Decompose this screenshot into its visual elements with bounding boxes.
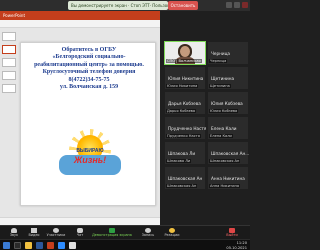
participant-name: Прудченко Настя	[168, 126, 206, 131]
record-button[interactable]: Запись	[138, 228, 158, 237]
participant-face	[180, 46, 190, 57]
leave-button[interactable]: Выйти	[222, 228, 242, 237]
current-slide[interactable]: Обратитесь в ОГБУ «Белгородский социальн…	[20, 42, 156, 206]
participant-label: Анна Никитина	[209, 184, 241, 188]
participant-label: Елена Кали	[209, 134, 233, 138]
slide-thumbnails[interactable]	[2, 32, 16, 217]
participant-name: Черница	[211, 51, 230, 56]
participant-tile[interactable]: Прудченко Настя Прудченко Настя	[164, 116, 206, 140]
participant-label: Шпакова Ли	[166, 159, 192, 163]
participant-name: Юлия Кобзева	[211, 101, 243, 106]
meeting-toolbar: Звук Видео Участники Чат Демонстрация эк…	[0, 225, 250, 239]
maximize-icon[interactable]	[234, 2, 240, 8]
choose-life-banner: ВЫБИРАЮ Жизнь!	[59, 129, 121, 175]
slide-line-2: «Белгородский социально-	[52, 54, 126, 61]
zoom-icon[interactable]	[58, 242, 65, 249]
zoom-screen: Вы демонстрируете экран · Стоп ЭТТ· Поль…	[0, 0, 250, 250]
slide-thumb[interactable]	[2, 71, 16, 80]
participant-label: Щетинина	[209, 84, 231, 88]
participant-tile[interactable]: Щетинина Щетинина	[207, 66, 249, 90]
banner-main-text: Жизнь!	[73, 155, 107, 165]
start-icon[interactable]	[3, 242, 10, 249]
clock-date: 05.10.2021	[226, 245, 247, 250]
powerpoint-icon[interactable]	[47, 242, 54, 249]
ppt-status-bar	[0, 217, 160, 225]
slide-line-4: Круглосуточный телефон доверия	[42, 69, 136, 76]
participant-grid: СПО | Волчанская Черница Черница Юлия Ни…	[164, 11, 250, 225]
ppt-ribbon[interactable]	[0, 20, 160, 28]
chat-label: Чат	[76, 233, 84, 237]
participant-tile[interactable]: Шпаковская Ан Шпаковская Ан	[164, 166, 206, 190]
banner-top-text: ВЫБИРАЮ	[76, 148, 104, 154]
participant-label: Юлия Никитина	[166, 84, 199, 88]
ppt-titlebar: PowerPoint	[0, 11, 160, 20]
share-screen-label: Демонстрация экрана	[92, 233, 132, 237]
participant-name: Шпаковская Ан	[168, 176, 203, 181]
ppt-canvas: Обратитесь в ОГБУ «Белгородский социальн…	[0, 28, 160, 225]
participant-name: Елена Кали	[211, 126, 237, 131]
audio-label: Звук	[9, 233, 19, 237]
slide-text-block: Обратитесь в ОГБУ «Белгородский социальн…	[27, 47, 151, 91]
participant-name: Юлия Никитина	[168, 76, 204, 81]
participant-label: Шпаковская Ан	[166, 184, 198, 188]
participant-label: Юлия Кобзева	[209, 109, 239, 113]
participant-tile[interactable]: Анна Никитина Анна Никитина	[207, 166, 249, 190]
participants-label: Участники	[46, 233, 66, 237]
slide-line-6: ул. Волчанская д. 159	[59, 84, 119, 91]
video-tile-label: СПО | Волчанская	[166, 59, 202, 63]
participant-tile[interactable]: Шпаковская Ан... Шпаковская Ан	[207, 141, 249, 165]
slide-thumb-active[interactable]	[2, 45, 16, 54]
participant-name: Дарья Кобзева	[168, 101, 201, 106]
ppt-title: PowerPoint	[3, 13, 26, 18]
share-status-bar: Вы демонстрируете экран · Стоп ЭТТ· Поль…	[0, 0, 250, 11]
share-message: Вы демонстрируете экран · Стоп ЭТТ· Поль…	[68, 1, 168, 10]
leave-label: Выйти	[226, 233, 238, 237]
reactions-button[interactable]: Реакции	[162, 228, 182, 237]
participant-label: Шпаковская Ан	[209, 159, 241, 163]
search-icon[interactable]	[14, 242, 21, 249]
word-icon[interactable]	[36, 242, 43, 249]
participant-label: Дарья Кобзева	[166, 109, 197, 113]
participant-label: Черница	[209, 59, 228, 63]
windows-taskbar: 11:20 05.10.2021	[0, 239, 250, 250]
video-label: Видео	[28, 233, 40, 237]
stop-share-button[interactable]: Остановить	[168, 1, 198, 10]
participant-tile[interactable]: Юлия Никитина Юлия Никитина	[164, 66, 206, 90]
close-icon[interactable]	[242, 2, 248, 8]
share-screen-button[interactable]: Демонстрация экрана	[92, 228, 132, 237]
file-explorer-icon[interactable]	[25, 242, 32, 249]
video-button[interactable]: Видео	[24, 228, 44, 237]
slide-thumb[interactable]	[2, 32, 16, 41]
system-clock[interactable]: 11:20 05.10.2021	[226, 241, 247, 250]
slide-thumb[interactable]	[2, 58, 16, 67]
participant-tile[interactable]: Дарья Кобзева Дарья Кобзева	[164, 91, 206, 115]
slide-line-5: 8(4722)34-75-75	[68, 76, 110, 83]
minimize-icon[interactable]	[226, 2, 232, 8]
participant-tile[interactable]: Юлия Кобзева Юлия Кобзева	[207, 91, 249, 115]
record-label: Запись	[141, 233, 155, 237]
participants-button[interactable]: Участники	[46, 228, 66, 237]
video-tile[interactable]: СПО | Волчанская	[164, 41, 206, 65]
browser-icon[interactable]	[69, 242, 76, 249]
powerpoint-window: PowerPoint Обратитесь в ОГБУ «Белгородск…	[0, 11, 162, 225]
participant-tile[interactable]: Елена Кали Елена Кали	[207, 116, 249, 140]
reactions-label: Реакции	[164, 233, 180, 237]
slide-thumb[interactable]	[2, 84, 16, 93]
participant-name: Щетинина	[211, 76, 235, 81]
participant-label: Прудченко Настя	[166, 134, 201, 138]
participant-name: Шпакова Ли	[168, 151, 196, 156]
participant-tile[interactable]: Черница Черница	[207, 41, 249, 65]
chat-button[interactable]: Чат	[70, 228, 90, 237]
participant-name: Шпаковская Ан...	[211, 151, 249, 156]
participant-name: Анна Никитина	[211, 176, 245, 181]
audio-button[interactable]: Звук	[4, 228, 24, 237]
participant-tile[interactable]: Шпакова Ли Шпакова Ли	[164, 141, 206, 165]
